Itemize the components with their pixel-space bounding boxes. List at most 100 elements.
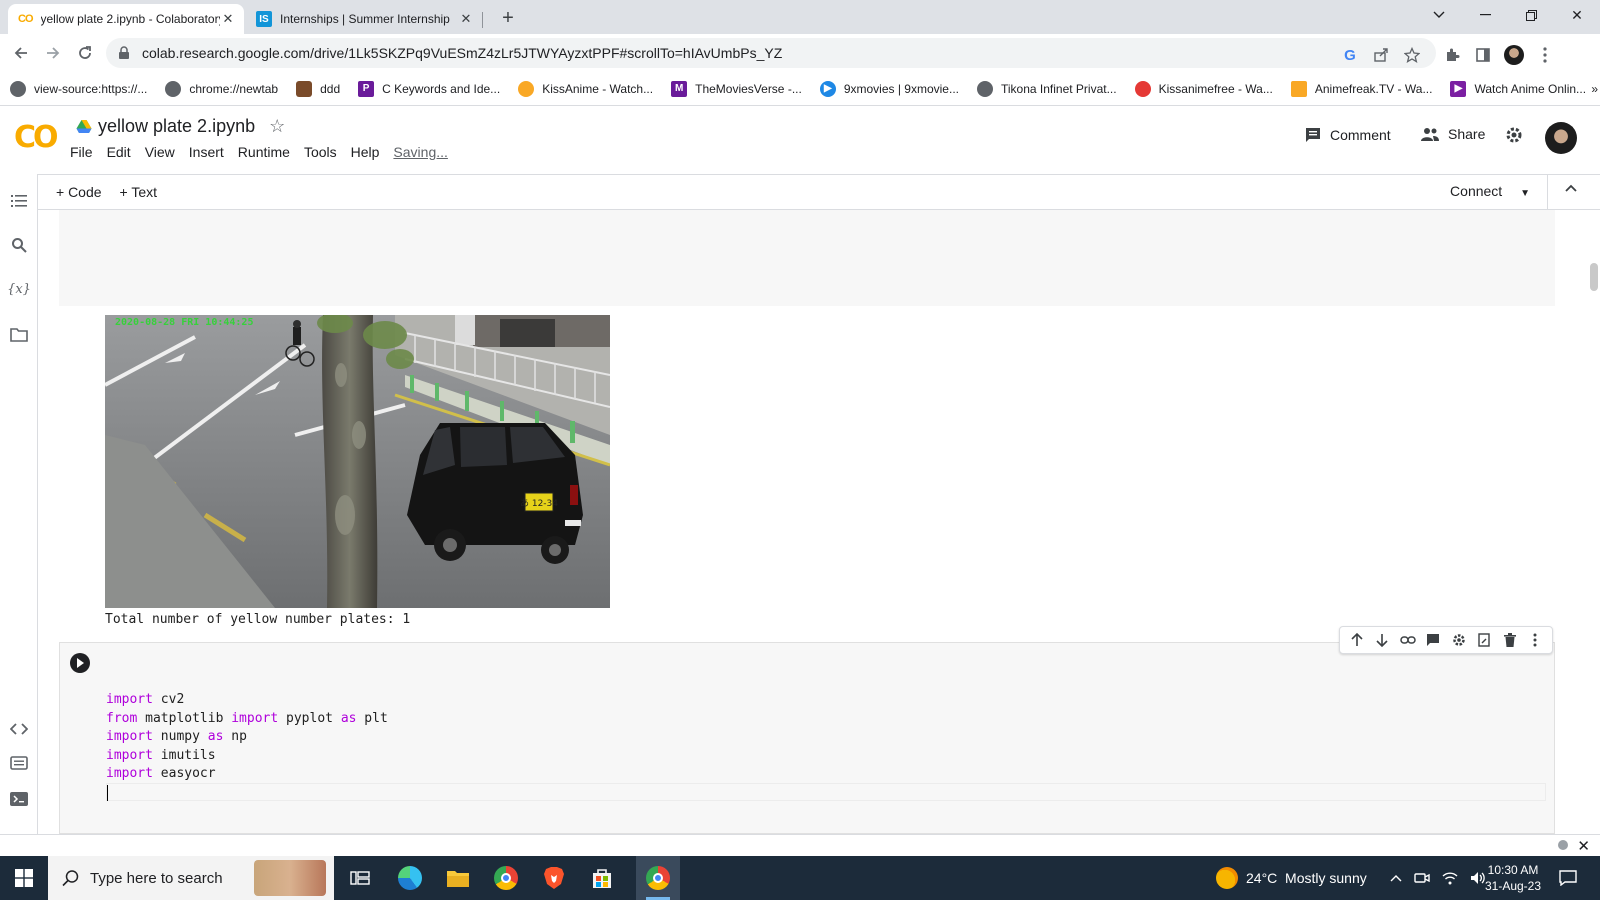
close-tab-icon[interactable]: ✕ — [220, 11, 236, 27]
connect-button[interactable]: Connect ▼ — [1450, 183, 1530, 199]
edge-icon[interactable] — [394, 862, 426, 894]
comment-icon[interactable] — [1423, 630, 1443, 650]
close-window-icon[interactable]: ✕ — [1554, 0, 1600, 30]
terminal-icon[interactable] — [8, 788, 30, 810]
table-of-contents-icon[interactable] — [8, 190, 30, 212]
back-arrow-icon[interactable] — [8, 40, 34, 66]
tab-search-icon[interactable] — [1416, 0, 1462, 30]
add-text-button[interactable]: + Text — [120, 184, 158, 200]
tab-internshala[interactable]: IS Internships | Summer Internship ✕ — [246, 4, 483, 34]
comment-button[interactable]: Comment — [1304, 126, 1391, 144]
menu-view[interactable]: View — [145, 144, 175, 160]
menu-edit[interactable]: Edit — [107, 144, 131, 160]
bookmark-item[interactable]: Tikona Infinet Privat... — [976, 80, 1117, 97]
cell-output-text: Total number of yellow number plates: 1 — [105, 612, 411, 627]
bookmark-item[interactable]: view-source:https://... — [10, 80, 147, 97]
run-cell-button[interactable] — [70, 653, 90, 673]
move-cell-up-icon[interactable] — [1347, 630, 1367, 650]
menu-runtime[interactable]: Runtime — [238, 144, 290, 160]
menu-file[interactable]: File — [70, 144, 93, 160]
close-status-icon[interactable]: ✕ — [1577, 837, 1590, 855]
output-image: あ 12-34 2020-08-28 FRI 10:44:25 — [105, 315, 610, 608]
reload-icon[interactable] — [72, 40, 98, 66]
bookmark-item[interactable]: KissAnime - Watch... — [518, 80, 653, 97]
file-explorer-icon[interactable] — [442, 862, 474, 894]
account-avatar[interactable] — [1545, 122, 1577, 154]
folder-icon[interactable] — [8, 324, 30, 346]
globe-icon — [976, 80, 993, 97]
notebook-area: あ 12-34 2020-08-28 FRI 10:44:25 Total nu… — [39, 210, 1600, 834]
wifi-icon[interactable] — [1442, 871, 1458, 885]
bookmark-item[interactable]: ddd — [296, 80, 340, 97]
more-options-icon[interactable] — [1525, 630, 1545, 650]
bookmark-item[interactable]: ▶ 9xmovies | 9xmovie... — [819, 80, 959, 97]
profile-avatar[interactable] — [1503, 44, 1525, 66]
taskbar-clock[interactable]: 10:30 AM 31-Aug-23 — [1478, 862, 1548, 894]
cell-settings-icon[interactable] — [1449, 630, 1469, 650]
add-code-button[interactable]: + Code — [56, 184, 102, 200]
colab-logo[interactable]: CO — [14, 120, 58, 155]
search-icon[interactable] — [8, 234, 30, 256]
internshala-icon: IS — [256, 11, 272, 27]
menu-help[interactable]: Help — [351, 144, 380, 160]
variables-icon[interactable]: {x} — [7, 278, 31, 300]
code-snippets-icon[interactable] — [8, 718, 30, 740]
people-icon — [1420, 126, 1440, 142]
bookmark-item[interactable]: ▶ Watch Anime Onlin... — [1450, 80, 1586, 97]
notification-icon[interactable] — [1552, 862, 1584, 894]
notebook-title: yellow plate 2.ipynb ☆ — [76, 116, 285, 137]
restore-icon[interactable] — [1508, 0, 1554, 30]
share-button[interactable]: Share — [1420, 126, 1485, 142]
menu-tools[interactable]: Tools — [304, 144, 337, 160]
tab-colab[interactable]: CO yellow plate 2.ipynb - Colaboratory ✕ — [8, 4, 244, 34]
bookmark-item[interactable]: M TheMoviesVerse -... — [671, 80, 802, 97]
extensions-icon[interactable] — [1441, 44, 1463, 66]
google-icon[interactable]: G — [1339, 44, 1361, 66]
collapse-header-icon[interactable] — [1564, 181, 1578, 195]
bookmark-item[interactable]: Kissanimefree - Wa... — [1134, 80, 1273, 97]
task-view-icon[interactable] — [344, 862, 376, 894]
dropdown-arrow-icon[interactable]: ▼ — [1520, 188, 1530, 199]
save-status[interactable]: Saving... — [393, 144, 447, 160]
side-panel-icon[interactable] — [1472, 44, 1494, 66]
taskbar-search-box[interactable]: Type here to search — [48, 856, 334, 900]
notebook-title-text[interactable]: yellow plate 2.ipynb — [98, 116, 255, 137]
menu-insert[interactable]: Insert — [189, 144, 224, 160]
link-icon[interactable] — [1398, 630, 1418, 650]
star-icon[interactable]: ☆ — [269, 116, 285, 137]
move-cell-down-icon[interactable] — [1372, 630, 1392, 650]
close-tab-icon[interactable]: ✕ — [458, 11, 474, 27]
kissanime-icon — [518, 80, 535, 97]
microsoft-store-icon[interactable] — [586, 862, 618, 894]
minimize-icon[interactable] — [1462, 0, 1508, 30]
chrome-menu-icon[interactable] — [1534, 44, 1556, 66]
bookmark-item[interactable]: PC Keywords and Ide... — [358, 80, 500, 97]
share-page-icon[interactable] — [1370, 44, 1392, 66]
settings-gear-icon[interactable] — [1505, 126, 1523, 144]
kissanimefree-icon — [1134, 80, 1151, 97]
code-line: import easyocr — [106, 766, 216, 782]
code-cell[interactable]: import cv2 from matplotlib import pyplot … — [59, 642, 1555, 834]
weather-widget[interactable]: 24°C Mostly sunny — [1216, 856, 1367, 900]
m-logo-icon: M — [671, 80, 688, 97]
bookmark-item[interactable]: chrome://newtab — [165, 80, 278, 97]
windows-start-icon[interactable] — [8, 862, 40, 894]
active-code-line[interactable] — [106, 783, 1546, 801]
meet-now-icon[interactable] — [1414, 871, 1430, 885]
chrome-icon[interactable] — [490, 862, 522, 894]
mirror-cell-icon[interactable] — [1474, 630, 1494, 650]
bookmark-item[interactable]: Animefreak.TV - Wa... — [1290, 80, 1432, 97]
show-hidden-icons-icon[interactable] — [1390, 874, 1402, 882]
chrome-active-window[interactable] — [636, 856, 680, 900]
brave-icon[interactable] — [538, 862, 570, 894]
bookmark-star-icon[interactable] — [1401, 44, 1423, 66]
windows-taskbar: Type here to search 24°C Mostly sunny 10… — [0, 856, 1600, 900]
notebook-scrollbar[interactable] — [1590, 263, 1598, 291]
new-tab-button[interactable]: + — [496, 6, 520, 30]
command-palette-icon[interactable] — [8, 752, 30, 774]
address-bar[interactable]: colab.research.google.com/drive/1Lk5SKZP… — [106, 38, 1436, 68]
more-bookmarks-icon[interactable]: » — [1591, 82, 1598, 96]
code-editor[interactable]: import cv2 from matplotlib import pyplot … — [106, 691, 388, 784]
delete-cell-icon[interactable] — [1500, 630, 1520, 650]
forward-arrow-icon[interactable] — [40, 40, 66, 66]
